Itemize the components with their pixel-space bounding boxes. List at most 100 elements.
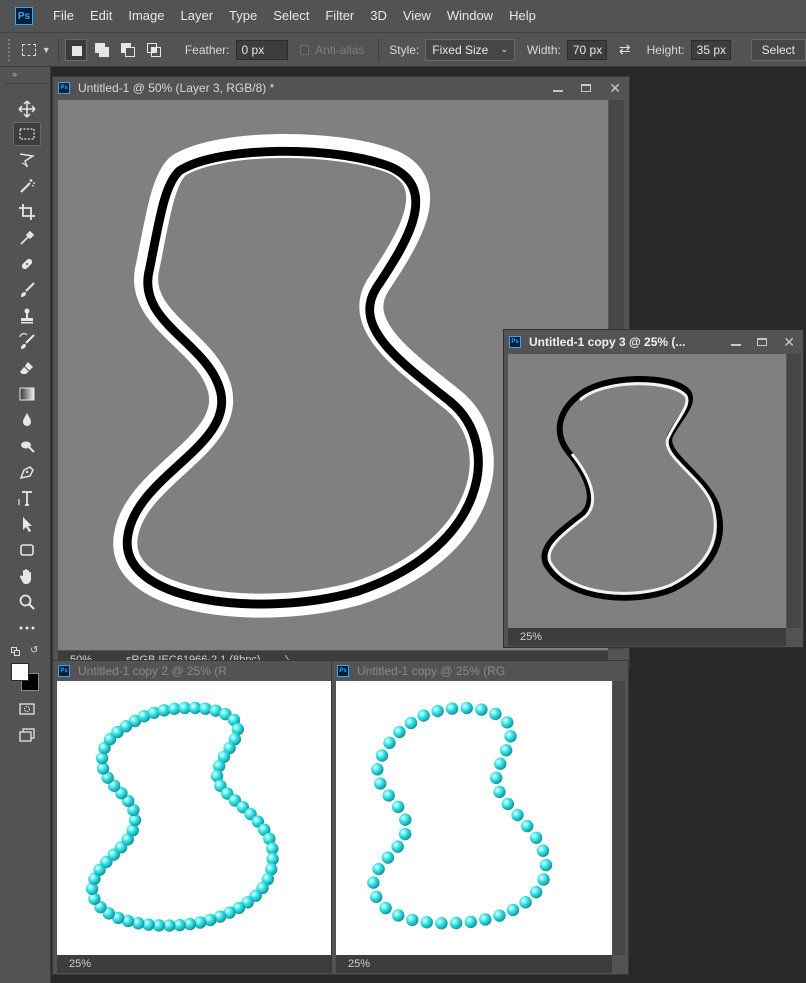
menu-layer[interactable]: Layer <box>173 0 222 32</box>
menu-help[interactable]: Help <box>501 0 544 32</box>
new-selection-button[interactable] <box>64 38 87 61</box>
minimize-icon[interactable] <box>553 90 564 92</box>
bead <box>374 777 387 790</box>
feather-input[interactable]: 0 px <box>235 39 289 60</box>
history-brush-tool-icon[interactable] <box>13 330 41 354</box>
shape-tool-icon[interactable] <box>13 538 41 562</box>
collapse-panel-icon[interactable]: » <box>12 69 17 79</box>
bead <box>504 730 517 743</box>
subtract-from-selection-button[interactable] <box>117 39 139 61</box>
style-dropdown[interactable]: Fixed Size ⌄ <box>425 38 515 61</box>
close-icon[interactable]: ✕ <box>783 335 795 349</box>
maximize-icon[interactable] <box>757 338 768 346</box>
document-window-copy1: Ps Untitled-1 copy @ 25% (RG 25% <box>331 660 629 975</box>
bead <box>464 915 477 929</box>
bead <box>119 720 133 733</box>
menu-3d[interactable]: 3D <box>362 0 395 32</box>
swap-width-height-icon[interactable]: ⇄ <box>619 41 631 58</box>
zoom-level[interactable]: 25% <box>520 631 570 643</box>
menu-type[interactable]: Type <box>221 0 265 32</box>
blur-tool-icon[interactable] <box>13 408 41 432</box>
document-ps-icon: Ps <box>58 665 70 677</box>
copy1-canvas[interactable] <box>336 681 612 955</box>
intersect-selection-button[interactable] <box>143 39 165 61</box>
status-bar: 25% <box>336 955 612 973</box>
default-colors-icon[interactable] <box>11 647 21 657</box>
lasso-tool-icon[interactable] <box>13 148 41 172</box>
bead <box>399 813 412 826</box>
options-bar-grip[interactable] <box>8 38 12 61</box>
document-title-bar[interactable]: Ps Untitled-1 @ 50% (Layer 3, RGB/8) * ✕ <box>53 77 629 99</box>
foreground-color-swatch[interactable] <box>11 663 29 681</box>
document-title: Untitled-1 copy @ 25% (RG <box>357 664 506 678</box>
path-selection-tool-icon[interactable] <box>13 512 41 536</box>
bead <box>379 901 392 915</box>
hand-tool-icon[interactable] <box>13 564 41 588</box>
bead <box>479 913 492 926</box>
swap-colors-icon[interactable]: ↺ <box>30 645 38 656</box>
document-ps-icon: Ps <box>58 82 70 94</box>
eraser-tool-icon[interactable] <box>13 356 41 380</box>
menu-file[interactable]: File <box>45 0 82 32</box>
bead <box>445 702 459 715</box>
gradient-tool-icon[interactable] <box>13 382 41 406</box>
move-tool-icon[interactable] <box>13 97 41 121</box>
magic-wand-tool-icon[interactable] <box>13 174 41 198</box>
rectangular-marquee-tool-icon[interactable] <box>13 122 41 146</box>
dodge-tool-icon[interactable] <box>13 434 41 458</box>
close-icon[interactable]: ✕ <box>609 81 621 95</box>
width-input[interactable]: 70 px <box>566 39 607 60</box>
zoom-tool-icon[interactable] <box>13 590 41 614</box>
document-title: Untitled-1 copy 2 @ 25% (R <box>78 664 227 678</box>
document-title-bar[interactable]: Ps Untitled-1 copy 2 @ 25% (R <box>53 661 335 681</box>
quick-mask-icon[interactable] <box>13 697 41 721</box>
copy3-canvas[interactable] <box>508 354 786 628</box>
minimize-icon[interactable] <box>731 344 742 346</box>
menu-image[interactable]: Image <box>120 0 172 32</box>
document-title-bar[interactable]: Ps Untitled-1 copy @ 25% (RG <box>332 661 628 681</box>
crop-tool-icon[interactable] <box>13 200 41 224</box>
bead <box>404 716 418 730</box>
bead <box>489 707 502 721</box>
eyedropper-tool-icon[interactable] <box>13 226 41 250</box>
bead <box>539 858 553 872</box>
vertical-scrollbar[interactable] <box>787 354 801 628</box>
options-bar: ▼ Feather: 0 px Anti-alias Style: Fixed … <box>0 32 806 67</box>
bead <box>382 789 395 802</box>
document-ps-icon: Ps <box>337 665 349 677</box>
bead <box>381 851 395 864</box>
maximize-icon[interactable] <box>581 84 592 92</box>
add-to-selection-button[interactable] <box>91 39 113 61</box>
bead <box>489 771 503 785</box>
bead <box>475 703 488 716</box>
antialias-checkbox[interactable] <box>300 44 310 55</box>
vertical-scrollbar[interactable] <box>613 681 625 955</box>
screen-mode-icon[interactable] <box>13 723 41 747</box>
photoshop-logo-icon[interactable]: Ps <box>15 7 33 25</box>
s-shape-white-stroke <box>113 134 494 618</box>
menu-edit[interactable]: Edit <box>82 0 120 32</box>
bead <box>501 716 514 729</box>
type-tool-icon[interactable] <box>13 486 41 510</box>
zoom-level[interactable]: 25% <box>348 958 398 970</box>
bead-shape-artwork <box>85 701 279 932</box>
document-title-bar[interactable]: Ps Untitled-1 copy 3 @ 25% (... ✕ <box>504 330 803 354</box>
clone-stamp-tool-icon[interactable] <box>13 304 41 328</box>
zoom-level[interactable]: 25% <box>69 958 119 970</box>
select-and-mask-button[interactable]: Select <box>750 38 806 61</box>
healing-brush-tool-icon[interactable] <box>13 252 41 276</box>
menu-view[interactable]: View <box>395 0 439 32</box>
tools-panel: » ↺ <box>0 67 51 983</box>
menu-filter[interactable]: Filter <box>317 0 362 32</box>
more-tools-icon[interactable] <box>13 616 41 640</box>
pen-tool-icon[interactable] <box>13 460 41 484</box>
brush-tool-icon[interactable] <box>13 278 41 302</box>
bead <box>391 800 405 814</box>
ribbon-dark-edge <box>541 376 723 601</box>
copy2-canvas[interactable] <box>57 681 331 955</box>
bead <box>392 909 405 922</box>
height-input[interactable]: 35 px <box>690 39 731 60</box>
menu-select[interactable]: Select <box>265 0 317 32</box>
tool-preset-picker[interactable]: ▼ <box>21 43 54 56</box>
menu-window[interactable]: Window <box>439 0 501 32</box>
